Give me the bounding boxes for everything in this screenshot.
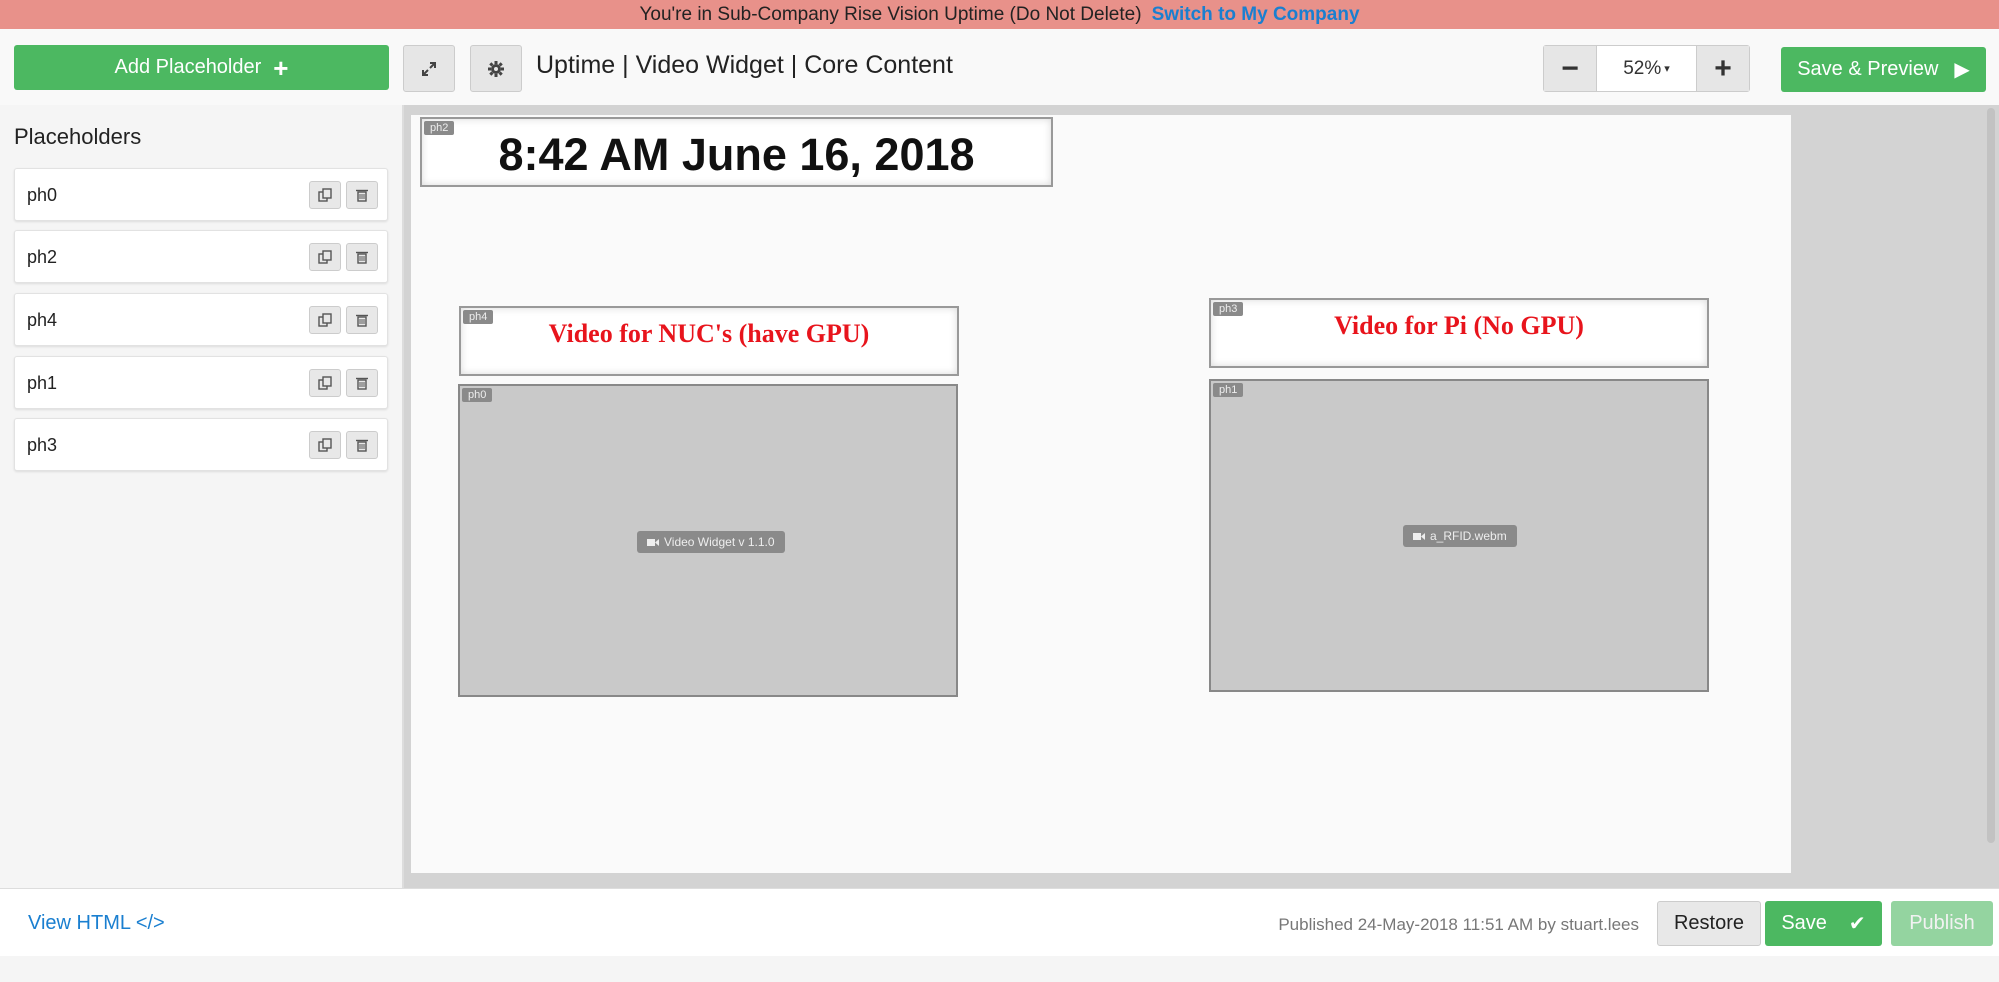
- delete-button[interactable]: [346, 369, 378, 397]
- settings-button[interactable]: [470, 45, 522, 92]
- delete-button[interactable]: [346, 243, 378, 271]
- video-file-badge: a_RFID.webm: [1403, 525, 1517, 547]
- placeholder-item-ph2[interactable]: ph2: [14, 230, 388, 283]
- trash-icon: [356, 439, 368, 452]
- placeholder-label: ph1: [27, 373, 58, 393]
- video-widget-badge: Video Widget v 1.1.0: [637, 531, 785, 553]
- zoom-level-value: 52%: [1623, 57, 1662, 79]
- trash-icon: [356, 377, 368, 390]
- duplicate-button[interactable]: [309, 369, 341, 397]
- expand-icon: [422, 61, 436, 76]
- duplicate-button[interactable]: [309, 306, 341, 334]
- save-preview-label: Save & Preview: [1797, 58, 1939, 80]
- placeholder-item-ph0[interactable]: ph0: [14, 168, 388, 221]
- save-label: Save: [1781, 912, 1827, 934]
- placeholder-item-ph4[interactable]: ph4: [14, 293, 388, 346]
- duplicate-button[interactable]: [309, 181, 341, 209]
- placeholder-item-ph3[interactable]: ph3: [14, 418, 388, 471]
- placeholder-item-ph1[interactable]: ph1: [14, 356, 388, 409]
- duplicate-button[interactable]: [309, 431, 341, 459]
- placeholder-label: ph3: [27, 435, 58, 455]
- save-preview-button[interactable]: Save & Preview ▶: [1781, 47, 1986, 92]
- copy-icon: [318, 188, 332, 202]
- copy-icon: [318, 250, 332, 264]
- clock-text: 8:42 AM June 16, 2018: [498, 129, 975, 180]
- add-placeholder-button[interactable]: Add Placeholder +: [14, 45, 389, 90]
- trash-icon: [356, 251, 368, 264]
- placeholders-sidebar: Placeholders ph0 ph2 ph4 ph1 ph3: [0, 105, 402, 888]
- placeholder-ph3[interactable]: ph3 Video for Pi (No GPU): [1209, 298, 1709, 368]
- placeholder-ph2[interactable]: ph2 8:42 AM June 16, 2018: [420, 117, 1053, 187]
- save-button[interactable]: Save ✔: [1765, 901, 1882, 946]
- nuc-video-heading: Video for NUC's (have GPU): [548, 319, 870, 348]
- editor-footer: View HTML </> Published 24-May-2018 11:5…: [0, 888, 1999, 956]
- vertical-scrollbar[interactable]: [1987, 108, 1995, 843]
- code-icon: </>: [135, 912, 165, 934]
- widget-name: Video Widget v 1.1.0: [664, 535, 775, 549]
- placeholder-tag: ph1: [1213, 383, 1244, 397]
- published-info: Published 24-May-2018 11:51 AM by stuart…: [1278, 915, 1639, 934]
- caret-down-icon: ▾: [1664, 63, 1670, 75]
- placeholder-label: ph0: [27, 185, 58, 205]
- check-icon: ✔: [1848, 913, 1866, 935]
- gear-icon: [488, 60, 504, 77]
- zoom-out-button[interactable]: −: [1544, 46, 1596, 91]
- restore-button[interactable]: Restore: [1657, 901, 1761, 946]
- plus-icon: +: [273, 52, 289, 83]
- editor-toolbar: Add Placeholder + Uptime | Video Widget …: [0, 29, 1999, 105]
- publish-button[interactable]: Publish: [1891, 901, 1993, 946]
- placeholder-ph1[interactable]: ph1 a_RFID.webm: [1209, 379, 1709, 692]
- zoom-in-button[interactable]: +: [1697, 46, 1749, 91]
- delete-button[interactable]: [346, 306, 378, 334]
- delete-button[interactable]: [346, 431, 378, 459]
- copy-icon: [318, 376, 332, 390]
- copy-icon: [318, 438, 332, 452]
- presentation-title[interactable]: Uptime | Video Widget | Core Content: [536, 51, 953, 80]
- view-html-label: View HTML: [28, 912, 131, 934]
- delete-button[interactable]: [346, 181, 378, 209]
- footer-strip: [0, 956, 1999, 982]
- video-camera-icon: [1413, 532, 1425, 540]
- copy-icon: [318, 313, 332, 327]
- placeholder-label: ph4: [27, 310, 58, 330]
- fullscreen-button[interactable]: [403, 45, 455, 92]
- pi-video-heading: Video for Pi (No GPU): [1334, 311, 1584, 340]
- widget-name: a_RFID.webm: [1430, 529, 1507, 543]
- trash-icon: [356, 189, 368, 202]
- play-icon: ▶: [1954, 59, 1970, 81]
- sub-company-banner: You're in Sub-Company Rise Vision Uptime…: [0, 0, 1999, 29]
- view-html-link[interactable]: View HTML </>: [28, 912, 165, 935]
- duplicate-button[interactable]: [309, 243, 341, 271]
- placeholder-tag: ph0: [462, 388, 493, 402]
- zoom-level-dropdown[interactable]: 52% ▾: [1596, 46, 1697, 91]
- placeholder-label: ph2: [27, 247, 58, 267]
- trash-icon: [356, 314, 368, 327]
- banner-message: You're in Sub-Company Rise Vision Uptime…: [639, 3, 1142, 25]
- add-placeholder-label: Add Placeholder: [114, 56, 262, 78]
- switch-company-link[interactable]: Switch to My Company: [1152, 4, 1360, 26]
- placeholder-ph4[interactable]: ph4 Video for NUC's (have GPU): [459, 306, 959, 376]
- sidebar-title: Placeholders: [14, 124, 142, 149]
- zoom-control: − 52% ▾ +: [1543, 45, 1750, 92]
- video-camera-icon: [647, 538, 659, 546]
- placeholder-ph0[interactable]: ph0 Video Widget v 1.1.0: [458, 384, 958, 697]
